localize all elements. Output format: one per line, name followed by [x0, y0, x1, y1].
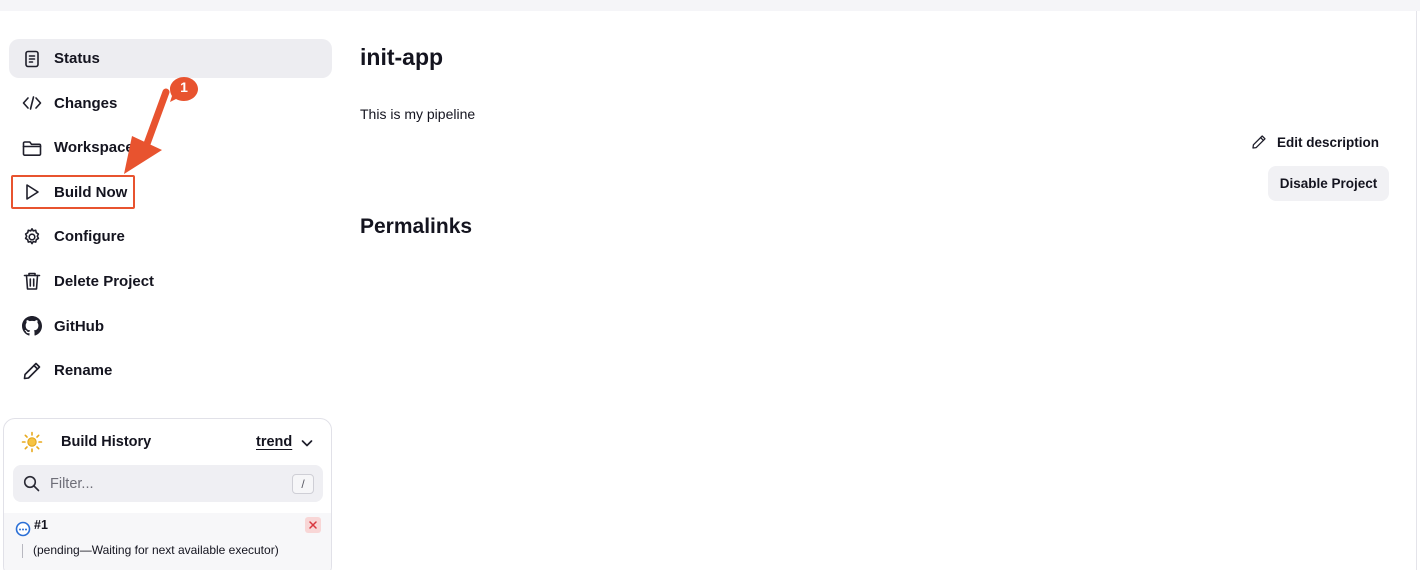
top-header-bar: [0, 0, 1420, 11]
build-row: [4, 513, 331, 570]
sidebar-item-label: GitHub: [54, 317, 104, 335]
sidebar-item-configure[interactable]: Configure: [9, 217, 332, 256]
sidebar-item-status[interactable]: Status: [9, 39, 332, 78]
cancel-build-icon[interactable]: [305, 517, 321, 533]
status-document-icon: [21, 48, 43, 70]
build-history-panel: Build History trend / #1 (pending—Waitin…: [3, 418, 332, 570]
annotation-step-number: 1: [180, 79, 188, 95]
sidebar-item-label: Status: [54, 50, 100, 67]
build-filter: /: [13, 465, 323, 502]
page-title: init-app: [360, 44, 444, 70]
filter-input[interactable]: [50, 472, 280, 495]
keyboard-shortcut-hint: /: [292, 474, 314, 494]
sidebar-item-label: Delete Project: [54, 272, 155, 290]
folder-icon: [21, 137, 43, 159]
pencil-icon: [1252, 135, 1266, 149]
project-description: This is my pipeline: [360, 106, 476, 122]
disable-project-button[interactable]: Disable Project: [1268, 166, 1389, 201]
build-history-header: Build History trend: [4, 419, 331, 465]
github-icon: [21, 315, 43, 337]
chevron-down-icon[interactable]: [300, 436, 314, 450]
code-brackets-icon: [21, 92, 43, 114]
edit-description-label: Edit description: [1277, 134, 1380, 150]
build-status-text: (pending—Waiting for next available exec…: [33, 543, 279, 557]
sidebar-item-label: Build Now: [54, 183, 128, 201]
build-history-title: Build History: [61, 434, 152, 450]
sidebar-item-label: Rename: [54, 362, 113, 380]
gear-icon: [21, 226, 43, 248]
sidebar-item-rename[interactable]: Rename: [9, 351, 332, 390]
pending-indent-bar: [22, 544, 23, 558]
sidebar-item-delete-project[interactable]: Delete Project: [9, 262, 332, 301]
page-edge-divider: [1416, 11, 1417, 570]
pending-icon: [15, 521, 31, 537]
permalinks-heading: Permalinks: [360, 215, 473, 238]
edit-description-link[interactable]: Edit description: [1251, 132, 1379, 152]
sidebar-item-label: Configure: [54, 228, 125, 246]
build-number-link[interactable]: #1: [34, 518, 48, 532]
sidebar-item-github[interactable]: GitHub: [9, 307, 332, 346]
trend-link[interactable]: trend: [256, 434, 292, 450]
pencil-icon: [21, 360, 43, 382]
sun-weather-icon: [21, 431, 43, 453]
sidebar-item-label: Changes: [54, 94, 118, 112]
trash-icon: [21, 270, 43, 292]
search-icon: [23, 475, 40, 492]
sidebar-item-label: Workspace: [54, 139, 134, 157]
play-icon: [21, 181, 43, 203]
